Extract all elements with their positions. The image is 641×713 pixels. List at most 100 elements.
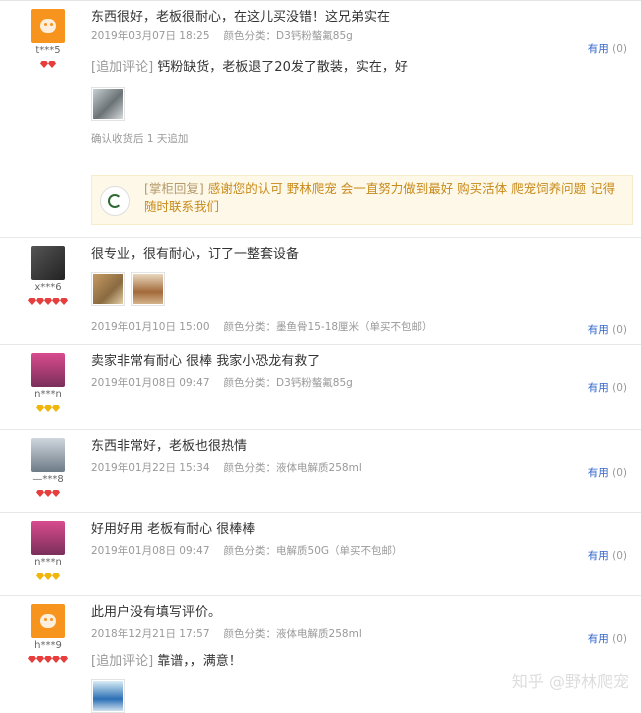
avatar[interactable] xyxy=(31,246,65,280)
review-meta: 2019年03月07日 18:25 颜色分类：D3钙粉螯氟85g xyxy=(91,29,631,43)
append-label: [追加评论] xyxy=(91,654,154,669)
level-gem-icon xyxy=(44,298,52,305)
avatar[interactable] xyxy=(31,438,65,472)
review-text: 好用好用 老板有耐心 很棒棒 xyxy=(91,522,256,537)
level-gem-icon xyxy=(52,490,60,497)
reply-label: [掌柜回复] xyxy=(144,181,204,196)
useful-label[interactable]: 有用 xyxy=(588,43,609,55)
reviewer: n***n xyxy=(20,353,76,412)
level-gem-icon xyxy=(60,298,68,305)
review-date: 2019年01月08日 09:47 xyxy=(91,377,210,389)
append-label: [追加评论] xyxy=(91,60,154,75)
append-text: 靠谱，，满意！ xyxy=(157,654,242,669)
useful-button[interactable]: 有用 (0) xyxy=(588,465,627,480)
product-variant: 颜色分类：液体电解质258ml xyxy=(223,462,362,474)
review-meta: 2019年01月10日 15:00 颜色分类：墨鱼骨15-18厘米（单买不包邮） xyxy=(91,320,631,334)
review-text: 东西很好，老板很耐心，在这儿买没错！这兄弟实在 xyxy=(91,10,391,25)
review-photos xyxy=(91,272,631,306)
review-content: 卖家非常有耐心 很棒 我家小恐龙有救了 2019年01月08日 09:47 颜色分… xyxy=(91,353,631,390)
review-photo[interactable] xyxy=(91,87,125,121)
page: { "reviews": [ { "user": {"name": "t***5… xyxy=(0,0,641,713)
review-item: n***n 卖家非常有耐心 很棒 我家小恐龙有救了 2019年01月08日 09… xyxy=(0,345,641,430)
review-date: 2019年01月10日 15:00 xyxy=(91,321,210,333)
useful-label[interactable]: 有用 xyxy=(588,382,609,394)
user-level-badge xyxy=(20,58,76,68)
level-gem-icon xyxy=(36,298,44,305)
useful-count: (0) xyxy=(612,633,627,645)
useful-count: (0) xyxy=(612,382,627,394)
review-meta: 2019年01月08日 09:47 颜色分类：电解质50G（单买不包邮） xyxy=(91,544,631,558)
review-item: t***5 东西很好，老板很耐心，在这儿买没错！这兄弟实在 2019年03月07… xyxy=(0,1,641,238)
review-date: 2018年12月21日 17:57 xyxy=(91,628,210,640)
reviewer: x***6 xyxy=(20,246,76,305)
level-gem-icon xyxy=(36,490,44,497)
useful-button[interactable]: 有用 (0) xyxy=(588,41,627,56)
review-item: h***9 此用户没有填写评价。 2018年12月21日 17:57 颜色分类：液… xyxy=(0,596,641,713)
level-gem-icon xyxy=(44,405,52,412)
user-level-badge xyxy=(20,653,76,663)
review-meta: 2019年01月08日 09:47 颜色分类：D3钙粉螯氟85g xyxy=(91,376,631,390)
review-list: t***5 东西很好，老板很耐心，在这儿买没错！这兄弟实在 2019年03月07… xyxy=(0,0,641,713)
avatar[interactable] xyxy=(31,353,65,387)
level-gem-icon xyxy=(52,298,60,305)
useful-button[interactable]: 有用 (0) xyxy=(588,631,627,646)
product-variant: 颜色分类：电解质50G（单买不包邮） xyxy=(223,545,403,557)
useful-count: (0) xyxy=(612,43,627,55)
reviewer: —***8 xyxy=(20,438,76,497)
review-content: 东西很好，老板很耐心，在这儿买没错！这兄弟实在 2019年03月07日 18:2… xyxy=(91,9,631,146)
avatar[interactable] xyxy=(31,9,65,43)
level-gem-icon xyxy=(44,490,52,497)
reply-text: 感谢您的认可 野林爬宠 会一直努力做到最好 购买活体 爬宠饲养问题 记得随时联系… xyxy=(144,181,616,214)
reviewer: h***9 xyxy=(20,604,76,663)
level-gem-icon xyxy=(36,656,44,663)
user-level-badge xyxy=(20,487,76,497)
review-photo[interactable] xyxy=(131,272,165,306)
user-level-badge xyxy=(20,570,76,580)
review-text: 此用户没有填写评价。 xyxy=(91,605,222,620)
useful-label[interactable]: 有用 xyxy=(588,633,609,645)
useful-count: (0) xyxy=(612,324,627,336)
level-gem-icon xyxy=(52,656,60,663)
review-content: 很专业，很有耐心，订了一整套设备 2019年01月10日 15:00 颜色分类：墨… xyxy=(91,246,631,334)
level-gem-icon xyxy=(44,656,52,663)
review-text: 很专业，很有耐心，订了一整套设备 xyxy=(91,247,300,262)
avatar[interactable] xyxy=(31,521,65,555)
useful-label[interactable]: 有用 xyxy=(588,550,609,562)
appended-review: [追加评论] 钙粉缺货，老板退了20发了散装，实在，好 xyxy=(91,59,631,77)
review-content: 好用好用 老板有耐心 很棒棒 2019年01月08日 09:47 颜色分类：电解质… xyxy=(91,521,631,558)
reviewer-name: n***n xyxy=(34,389,62,400)
useful-label[interactable]: 有用 xyxy=(588,324,609,336)
product-variant: 颜色分类：D3钙粉螯氟85g xyxy=(223,30,353,42)
useful-label[interactable]: 有用 xyxy=(588,467,609,479)
review-content: 东西非常好，老板也很热情 2019年01月22日 15:34 颜色分类：液体电解质… xyxy=(91,438,631,475)
reviewer-name: t***5 xyxy=(35,45,61,56)
reviewer-name: n***n xyxy=(34,557,62,568)
review-date: 2019年03月07日 18:25 xyxy=(91,30,210,42)
watermark: 知乎 @野林爬宠 xyxy=(511,672,629,691)
review-item: —***8 东西非常好，老板也很热情 2019年01月22日 15:34 颜色分类… xyxy=(0,430,641,513)
shop-logo-icon xyxy=(100,186,130,216)
seller-reply: [掌柜回复] 感谢您的认可 野林爬宠 会一直努力做到最好 购买活体 爬宠饲养问题… xyxy=(91,175,633,225)
reviewer: n***n xyxy=(20,521,76,580)
review-text: 东西非常好，老板也很热情 xyxy=(91,439,248,454)
useful-button[interactable]: 有用 (0) xyxy=(588,380,627,395)
level-gem-icon xyxy=(28,298,36,305)
review-photos xyxy=(91,87,631,121)
level-gem-icon xyxy=(40,61,48,68)
reviewer-name: x***6 xyxy=(34,282,62,293)
review-photo[interactable] xyxy=(91,272,125,306)
level-gem-icon xyxy=(44,573,52,580)
level-gem-icon xyxy=(36,405,44,412)
level-gem-icon xyxy=(48,61,56,68)
useful-button[interactable]: 有用 (0) xyxy=(588,548,627,563)
useful-button[interactable]: 有用 (0) xyxy=(588,322,627,337)
user-level-badge xyxy=(20,295,76,305)
review-text: 卖家非常有耐心 很棒 我家小恐龙有救了 xyxy=(91,354,321,369)
useful-count: (0) xyxy=(612,467,627,479)
level-gem-icon xyxy=(52,573,60,580)
append-timing: 确认收货后 1 天追加 xyxy=(91,133,189,145)
avatar[interactable] xyxy=(31,604,65,638)
append-text: 钙粉缺货，老板退了20发了散装，实在，好 xyxy=(157,60,408,75)
user-level-badge xyxy=(20,402,76,412)
reviewer: t***5 xyxy=(20,9,76,68)
